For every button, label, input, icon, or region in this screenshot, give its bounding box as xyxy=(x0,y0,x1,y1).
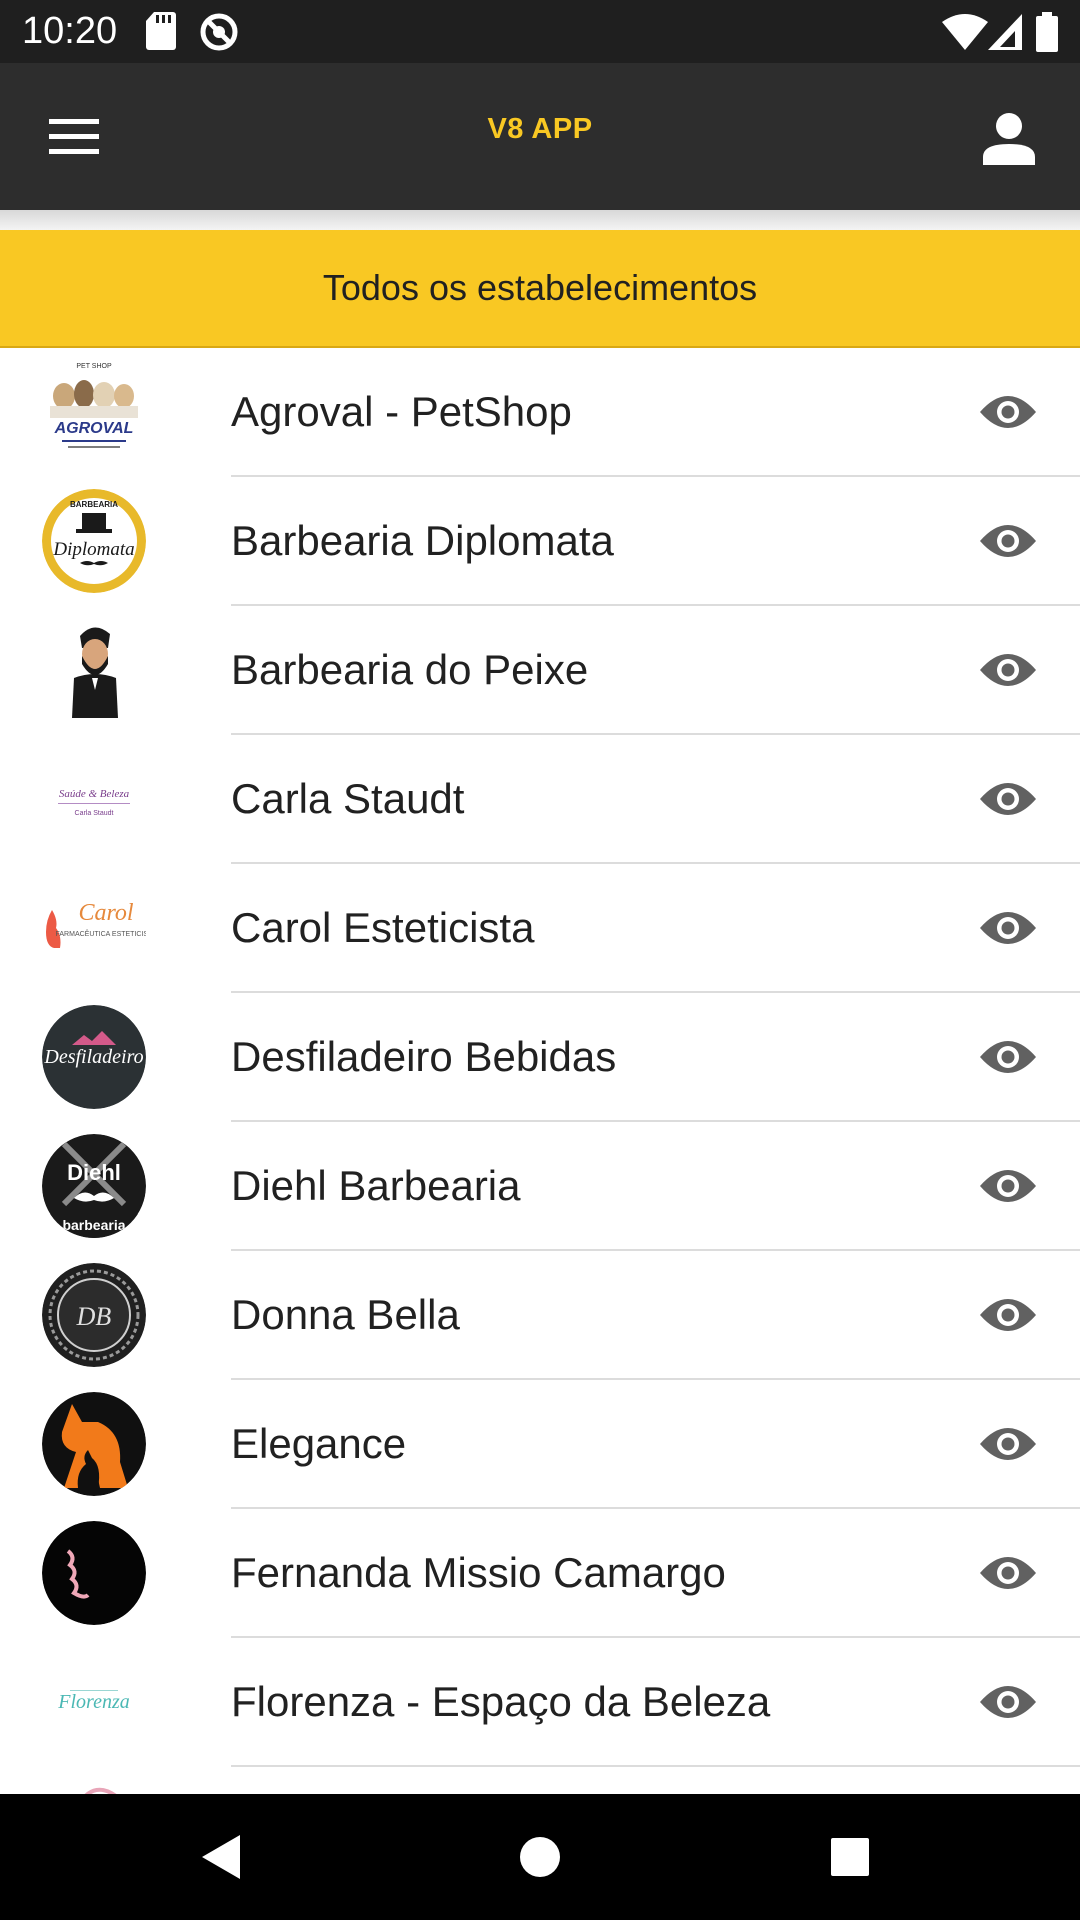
list-item[interactable]: Barbearia do Peixe xyxy=(0,606,1080,735)
agroval-logo-caption: PET SHOP xyxy=(76,363,112,370)
florenza-logo-text: Florenza xyxy=(57,1691,129,1713)
diehl-logo-caption: barbearia xyxy=(62,1217,125,1233)
fernanda-missio-camargo-logo xyxy=(42,1521,146,1625)
list-item[interactable]: Elegance xyxy=(0,1380,1080,1509)
eye-icon xyxy=(980,1557,1036,1589)
view-button[interactable] xyxy=(978,1032,1038,1082)
agroval-logo-text: AGROVAL xyxy=(54,420,134,437)
establishment-name: Diehl Barbearia xyxy=(231,1162,521,1209)
diehl-logo-text: Diehl xyxy=(67,1160,121,1185)
establishment-name: Elegance xyxy=(231,1420,407,1467)
list-item[interactable]: Carol FARMACÊUTICA ESTETICISTA Carol Est… xyxy=(0,864,1080,993)
establishment-name: Carol Esteticista xyxy=(231,904,535,951)
carla-staudt-logo-caption: Carla Staudt xyxy=(75,810,114,817)
home-button[interactable] xyxy=(510,1827,570,1887)
establishment-list[interactable]: PET SHOP AGROVAL Agroval - PetShop BARBE… xyxy=(0,348,1080,1794)
person-icon xyxy=(983,113,1035,165)
eye-icon xyxy=(980,1299,1036,1331)
view-button[interactable] xyxy=(978,1548,1038,1598)
elegance-logo xyxy=(42,1392,146,1496)
list-item[interactable]: Fernanda Missio Camargo xyxy=(0,1509,1080,1638)
view-button[interactable] xyxy=(978,387,1038,437)
carol-esteticista-logo: Carol FARMACÊUTICA ESTETICISTA xyxy=(42,876,146,980)
profile-button[interactable] xyxy=(966,103,1052,175)
app-bar: V8 APP xyxy=(0,63,1080,210)
agroval-logo: PET SHOP AGROVAL xyxy=(42,360,146,464)
view-button[interactable] xyxy=(978,645,1038,695)
eye-icon xyxy=(980,1686,1036,1718)
establishment-name: Agroval - PetShop xyxy=(231,388,572,435)
list-item[interactable]: Diehl barbearia Diehl Barbearia xyxy=(0,1122,1080,1251)
view-button[interactable] xyxy=(978,1290,1038,1340)
eye-icon xyxy=(980,525,1036,557)
view-button[interactable] xyxy=(978,1677,1038,1727)
donna-bella-logo-text: DB xyxy=(76,1302,112,1331)
establishment-name: Carla Staudt xyxy=(231,775,465,822)
screen: 10:20 V8 APP Todos os estabelecimentos P… xyxy=(0,0,1080,1920)
establishment-name: Florenza - Espaço da Beleza xyxy=(231,1678,771,1725)
eye-icon xyxy=(980,396,1036,428)
view-button[interactable] xyxy=(978,774,1038,824)
barbearia-do-peixe-logo xyxy=(42,618,146,722)
list-item[interactable]: DB Donna Bella xyxy=(0,1251,1080,1380)
status-bar: 10:20 xyxy=(0,0,1080,63)
battery-icon xyxy=(1036,12,1058,57)
establishment-name: Barbearia Diplomata xyxy=(231,517,614,564)
filter-label: Todos os estabelecimentos xyxy=(322,267,758,308)
diplomata-logo-text: Diplomata xyxy=(52,539,134,560)
list-item-partial[interactable] xyxy=(0,1767,1080,1794)
signal-icon xyxy=(988,14,1022,55)
list-item[interactable]: Saúde & Beleza Carla Staudt Carla Staudt xyxy=(0,735,1080,864)
carla-staudt-logo-text: Saúde & Beleza xyxy=(59,788,130,800)
carla-staudt-logo: Saúde & Beleza Carla Staudt xyxy=(42,747,146,851)
app-title: V8 APP xyxy=(487,113,593,145)
back-button[interactable] xyxy=(194,1827,254,1887)
list-item[interactable]: PET SHOP AGROVAL Agroval - PetShop xyxy=(0,348,1080,477)
view-button[interactable] xyxy=(978,516,1038,566)
no-sync-icon xyxy=(199,12,239,57)
eye-icon xyxy=(980,1428,1036,1460)
eye-icon xyxy=(980,912,1036,944)
app-bar-shadow xyxy=(0,210,1080,230)
carol-logo-text: Carol xyxy=(78,900,133,926)
sd-card-icon xyxy=(146,12,176,55)
back-triangle-icon xyxy=(202,1835,240,1879)
list-item[interactable]: Desfiladeiro Desfiladeiro Bebidas xyxy=(0,993,1080,1122)
establishment-name: Barbearia do Peixe xyxy=(231,646,589,693)
diehl-barbearia-logo: Diehl barbearia xyxy=(42,1134,146,1238)
view-button[interactable] xyxy=(978,1419,1038,1469)
view-button[interactable] xyxy=(978,903,1038,953)
establishment-name: Desfiladeiro Bebidas xyxy=(231,1033,617,1080)
recents-button[interactable] xyxy=(820,1827,880,1887)
diplomata-logo-caption: BARBEARIA xyxy=(70,500,118,509)
filter-banner[interactable]: Todos os estabelecimentos xyxy=(0,230,1080,348)
recents-square-icon xyxy=(831,1838,869,1876)
establishment-name: Fernanda Missio Camargo xyxy=(231,1549,726,1596)
eye-icon xyxy=(980,1170,1036,1202)
carol-logo-caption: FARMACÊUTICA ESTETICISTA xyxy=(56,929,147,938)
list-item[interactable]: BARBEARIA Diplomata Barbearia Diplomata xyxy=(0,477,1080,606)
navigation-bar xyxy=(0,1794,1080,1920)
eye-icon xyxy=(980,783,1036,815)
wifi-icon xyxy=(942,14,988,55)
florenza-logo: Florenza xyxy=(42,1650,146,1754)
home-circle-icon xyxy=(520,1837,560,1877)
list-item[interactable]: Florenza Florenza - Espaço da Beleza xyxy=(0,1638,1080,1767)
eye-icon xyxy=(980,654,1036,686)
status-time: 10:20 xyxy=(22,10,118,52)
establishment-name: Donna Bella xyxy=(231,1291,460,1338)
partial-logo xyxy=(42,1779,146,1794)
eye-icon xyxy=(980,1041,1036,1073)
view-button[interactable] xyxy=(978,1161,1038,1211)
desfiladeiro-bebidas-logo: Desfiladeiro xyxy=(42,1005,146,1109)
barbearia-diplomata-logo: BARBEARIA Diplomata xyxy=(42,489,146,593)
donna-bella-logo: DB xyxy=(42,1263,146,1367)
desfiladeiro-logo-text: Desfiladeiro xyxy=(43,1046,143,1068)
